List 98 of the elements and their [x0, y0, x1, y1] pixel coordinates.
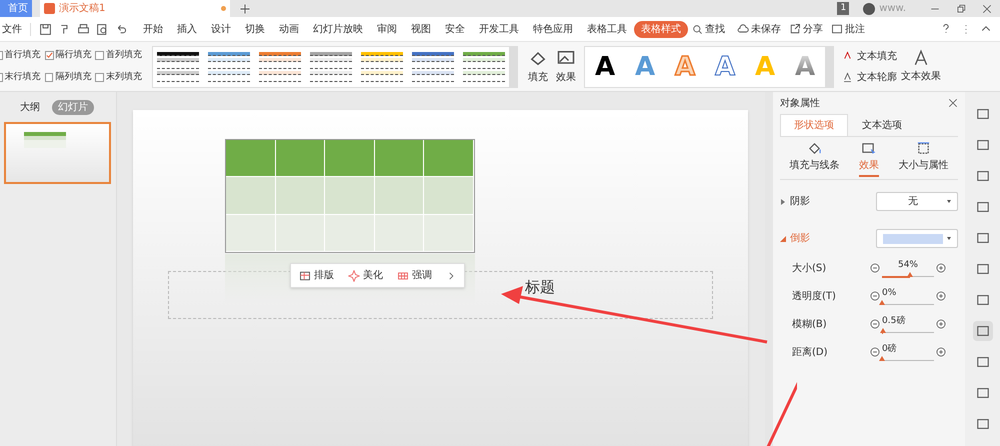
restore-icon[interactable]: [956, 4, 966, 14]
caret-down-icon: [947, 200, 951, 203]
slider-label: 透明度(T): [792, 290, 837, 304]
toolbar-button[interactable]: 强调: [397, 268, 432, 283]
tab-title: 演示文稿1: [59, 2, 106, 16]
panel-title[interactable]: 对象属性: [780, 96, 820, 110]
table-drawing[interactable]: [225, 139, 475, 253]
minus-icon[interactable]: [870, 347, 880, 357]
menu-tab[interactable]: 审阅: [370, 20, 404, 38]
slider-reading: 0磅: [882, 344, 897, 354]
menu-tab[interactable]: 视图: [404, 20, 438, 38]
close-icon[interactable]: [948, 98, 958, 108]
table-style-swatch[interactable]: [461, 50, 507, 84]
checkbox[interactable]: [95, 72, 104, 82]
close-icon[interactable]: [982, 4, 992, 14]
panel-tab[interactable]: 文本选项: [848, 114, 916, 136]
share-button[interactable]: 分享: [789, 22, 823, 36]
fill-option-checkbox[interactable]: 末列填充: [95, 70, 142, 84]
scrollbar[interactable]: [765, 92, 773, 446]
fill-option-checkbox[interactable]: 隔行填充: [44, 49, 92, 62]
fill-option-checkbox[interactable]: 首行填充: [0, 49, 41, 62]
dashed-frame-icon: [916, 141, 931, 156]
slider-thumb[interactable]: [879, 300, 885, 304]
text-fill-button[interactable]: 文本填充: [842, 48, 897, 64]
minus-icon[interactable]: [870, 319, 880, 329]
property-tab[interactable]: 大小与属性: [898, 141, 948, 177]
checkbox[interactable]: [44, 72, 54, 82]
table-style-swatch[interactable]: [155, 50, 201, 84]
page-count-badge: 1: [837, 2, 850, 16]
section-toggle[interactable]: 阴影: [780, 194, 810, 209]
text-effect-button[interactable]: 文本效果: [901, 49, 941, 84]
fill-option-checkbox[interactable]: 隔列填充: [44, 70, 92, 84]
caret-right-icon: [780, 198, 786, 204]
comment-button[interactable]: 批注: [831, 22, 865, 36]
paint-bucket-icon: [807, 141, 822, 156]
effect-button[interactable]: 效果: [556, 48, 576, 85]
slider-reading: 54%: [898, 260, 918, 270]
text-outline-icon: [842, 72, 853, 82]
checkbox[interactable]: [95, 51, 104, 60]
file-menu[interactable]: 文件: [2, 22, 22, 36]
menu-tab[interactable]: 开发工具: [472, 20, 526, 38]
layout-icon: [299, 270, 311, 282]
slider-reading: 0%: [882, 288, 896, 298]
sparkle-icon: [348, 270, 360, 282]
cloud-icon: [737, 23, 749, 35]
print-icon[interactable]: [77, 22, 90, 36]
plus-icon[interactable]: [936, 347, 946, 357]
save-icon[interactable]: [39, 22, 52, 36]
fill-option-checkbox[interactable]: 末行填充: [0, 70, 41, 84]
menu-tab[interactable]: 设计: [204, 20, 238, 38]
slider-thumb[interactable]: [880, 328, 886, 332]
subtitle-text: 标题: [525, 277, 555, 298]
menu-tab[interactable]: 动画: [272, 20, 306, 38]
slider-label: 模糊(B): [792, 318, 828, 332]
dropdown[interactable]: 无: [876, 192, 958, 211]
plus-icon[interactable]: [936, 319, 946, 329]
menu-tab[interactable]: 开始: [136, 20, 170, 38]
avatar-icon[interactable]: [863, 2, 876, 14]
plus-icon[interactable]: [936, 263, 946, 273]
slider-label: 大小(S): [792, 262, 828, 276]
wordart-style[interactable]: A: [585, 54, 625, 80]
menu-tab[interactable]: 插入: [170, 20, 204, 38]
pane-tab[interactable]: 大纲: [14, 100, 46, 115]
share-icon: [789, 23, 801, 35]
undo-icon[interactable]: [115, 22, 128, 36]
search-button[interactable]: 查找: [692, 22, 725, 36]
text-fill-icon: [842, 50, 853, 62]
sparkle-frame-icon: [861, 141, 876, 156]
toolbar-button[interactable]: 排版: [299, 268, 334, 283]
property-tab[interactable]: 填充与线条: [790, 141, 840, 177]
wordart-style[interactable]: A: [705, 54, 745, 80]
checkbox[interactable]: [44, 51, 54, 60]
plus-icon[interactable]: [936, 291, 946, 301]
text-outline-button[interactable]: 文本轮廓: [842, 70, 897, 84]
slide-thumbnail[interactable]: [4, 122, 111, 184]
minus-icon[interactable]: [870, 291, 880, 301]
fill-option-checkbox[interactable]: 首列填充: [95, 49, 142, 62]
slider-label: 距离(D): [792, 346, 829, 360]
print-preview-icon[interactable]: [96, 22, 109, 36]
text-effect-icon: [912, 49, 930, 67]
toolbar-button[interactable]: 美化: [348, 268, 383, 283]
caret-down-icon: [947, 237, 951, 240]
slider-reading: 0.5磅: [882, 316, 906, 326]
menu-tab[interactable]: 特色应用: [526, 20, 580, 38]
slider-thumb[interactable]: [907, 272, 914, 276]
menu-tab[interactable]: 安全: [438, 20, 472, 38]
add-tab-icon[interactable]: [239, 2, 251, 14]
minus-icon[interactable]: [870, 263, 880, 273]
menu-tab[interactable]: 表格工具: [580, 20, 634, 38]
caret-down-icon: [780, 236, 786, 242]
menu-tab[interactable]: 幻灯片放映: [306, 20, 370, 38]
slider-thumb[interactable]: [879, 356, 885, 360]
presentation-icon: [44, 3, 55, 14]
search-icon: [692, 24, 703, 34]
fill-button[interactable]: 填充: [528, 48, 548, 85]
cloud-save-button[interactable]: 未保存: [737, 22, 781, 36]
menu-tab[interactable]: 切换: [238, 20, 272, 38]
check-icon: [46, 52, 53, 60]
